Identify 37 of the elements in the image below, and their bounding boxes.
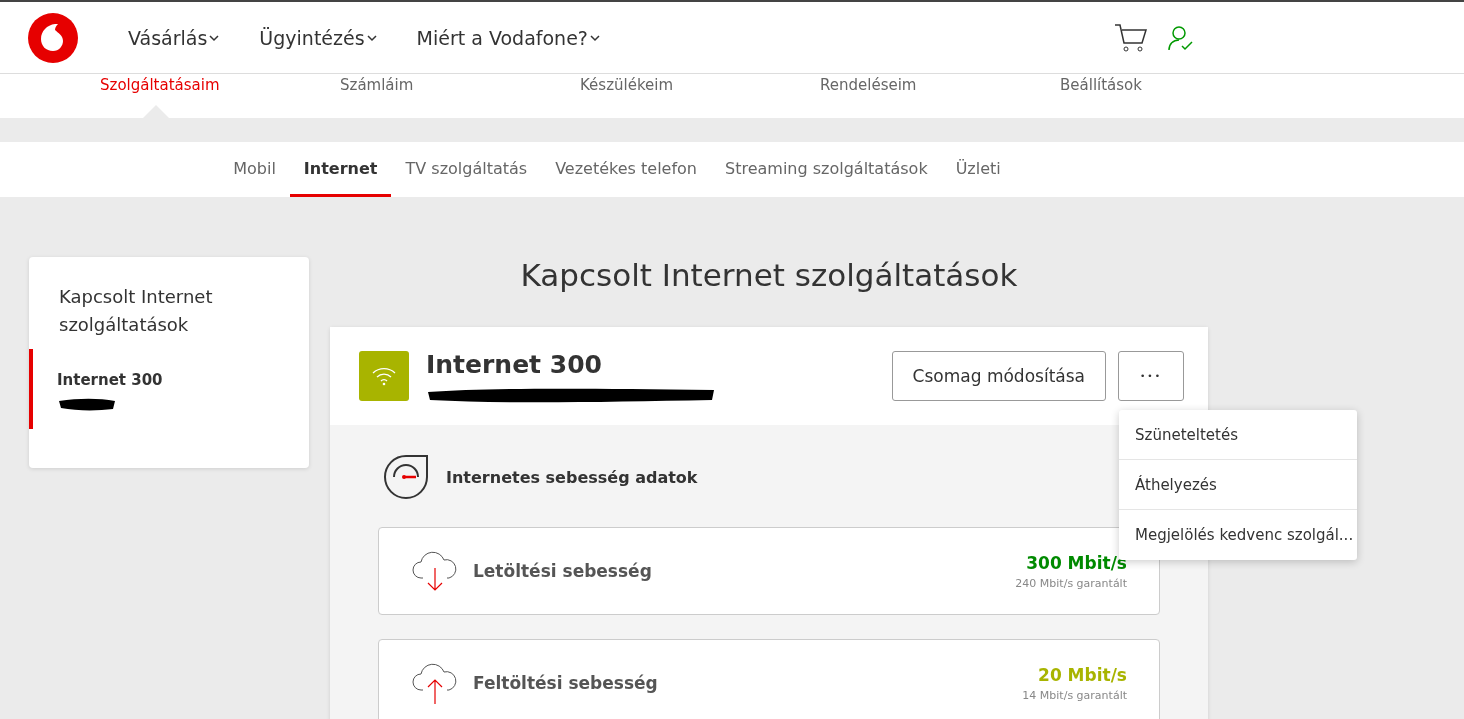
menu-item[interactable]: Áthelyezés <box>1119 460 1357 510</box>
chevron-down-icon <box>589 33 600 42</box>
account-nav-link[interactable]: Készülékeim <box>580 74 820 118</box>
chevron-down-icon <box>209 33 220 42</box>
wifi-icon <box>359 351 409 401</box>
speed-value: 20 Mbit/s <box>1037 664 1127 685</box>
cart-icon[interactable] <box>1114 21 1148 54</box>
sidebar-title: Kapcsolt Internet szolgáltatások <box>58 285 214 337</box>
service-tab[interactable]: Üzleti <box>941 142 1015 197</box>
service-tab[interactable]: Streaming szolgáltatások <box>711 142 942 197</box>
service-name: Internet 300 <box>426 349 602 379</box>
more-button[interactable]: ••• <box>1118 351 1184 401</box>
change-package-button[interactable]: Csomag módosítása <box>891 351 1106 401</box>
service-tab[interactable]: Internet <box>289 142 392 197</box>
nav-link[interactable]: Ügyintézés <box>259 26 377 49</box>
sidebar-item[interactable]: Internet 300 <box>29 349 309 429</box>
section-title: Internetes sebesség adatok <box>446 467 698 487</box>
speed-label: Letöltési sebesség <box>473 561 652 581</box>
account-nav-link[interactable]: Számláim <box>340 74 580 118</box>
speedometer-icon <box>382 453 430 501</box>
account-nav-link[interactable]: Szolgáltatásaim <box>100 74 340 118</box>
nav-link[interactable]: Miért a Vodafone? <box>416 26 600 49</box>
guaranteed-speed: 240 Mbit/s garantált <box>1015 576 1127 590</box>
speed-label: Feltöltési sebesség <box>473 673 658 693</box>
service-tab[interactable]: TV szolgáltatás <box>391 142 542 197</box>
user-check-icon[interactable] <box>1168 24 1194 51</box>
account-nav-link[interactable]: Beállítások <box>1060 74 1300 118</box>
chevron-down-icon <box>366 33 377 42</box>
service-tab[interactable]: Vezetékes telefon <box>541 142 711 197</box>
redaction-mark <box>57 397 117 411</box>
nav-link[interactable]: Vásárlás <box>128 26 220 49</box>
guaranteed-speed: 14 Mbit/s garantált <box>1022 688 1127 702</box>
account-nav-link[interactable]: Rendeléseim <box>820 74 1060 118</box>
logo-icon[interactable] <box>28 12 78 63</box>
service-tab[interactable]: Mobil <box>219 142 290 197</box>
menu-item[interactable]: Szüneteltetés <box>1119 410 1357 460</box>
page-title: Kapcsolt Internet szolgáltatások <box>519 257 1019 293</box>
